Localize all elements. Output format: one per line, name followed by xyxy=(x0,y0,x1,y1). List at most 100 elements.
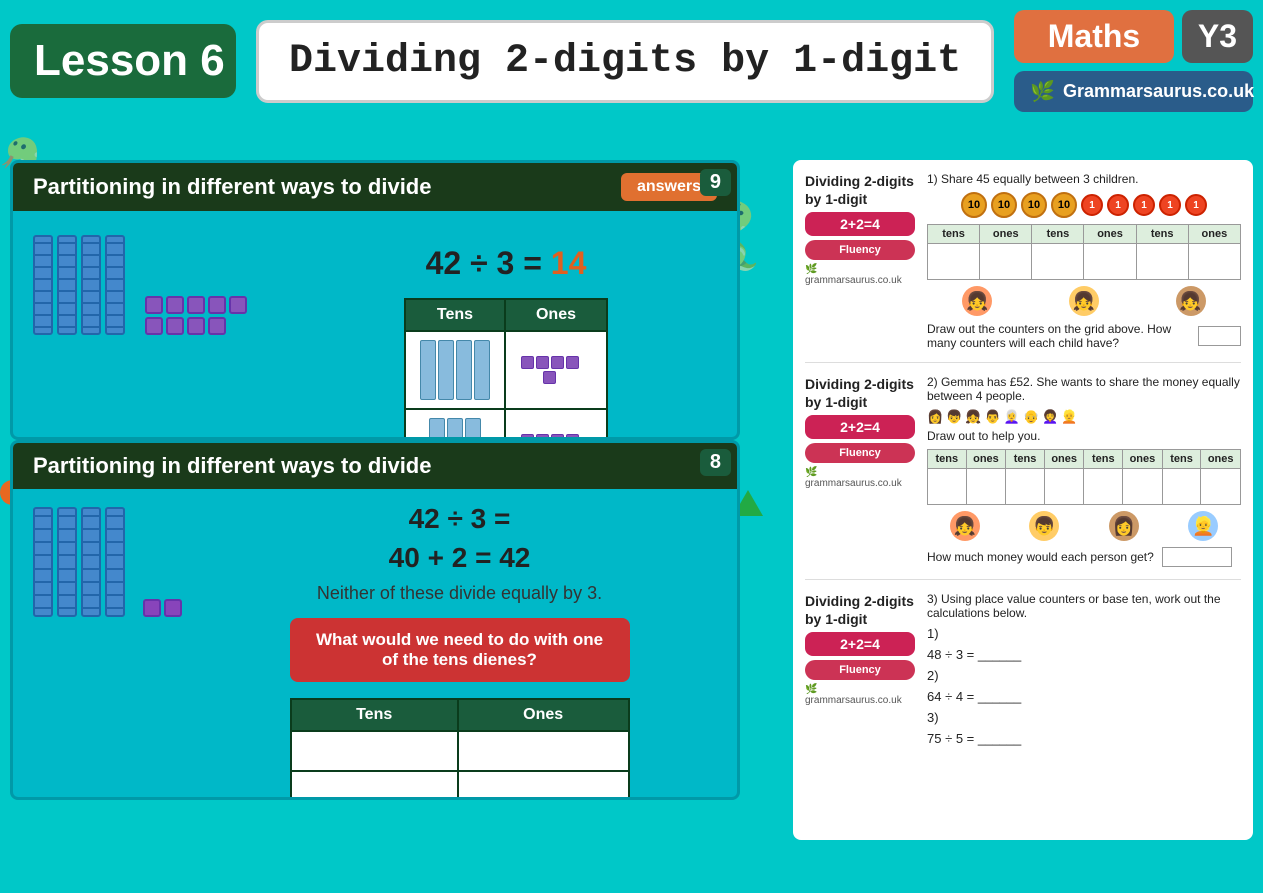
s8-tens-2 xyxy=(57,507,77,617)
ws-answer-box-2[interactable] xyxy=(1162,547,1232,567)
slide9-td-ones-row2 xyxy=(505,409,607,440)
ws-fluency-badge-3: Fluency xyxy=(805,660,915,680)
wsg1-r1c1 xyxy=(928,244,980,280)
tens-question-button[interactable]: What would we need to do with one of the… xyxy=(290,618,630,682)
main-content: 9 Partitioning in different ways to divi… xyxy=(0,160,1263,893)
slide-9-header: Partitioning in different ways to divide… xyxy=(13,163,737,211)
one-5 xyxy=(229,296,247,314)
person-4: 👨 xyxy=(985,409,1001,425)
slide8-table: Tens Ones xyxy=(290,698,630,800)
counter-ten-3: 10 xyxy=(1021,192,1047,218)
equation-text: 42 ÷ 3 = xyxy=(426,245,551,281)
s8-td-r2-ones xyxy=(458,771,629,800)
avatar-1-2: 👧 xyxy=(1069,286,1099,316)
counters-row-1: 10 10 10 10 1 1 1 1 1 xyxy=(927,192,1241,218)
tens-block-3 xyxy=(81,235,101,335)
ws-avatars-2: 👧 👦 👩 👱 xyxy=(927,509,1241,543)
s8-tens-1 xyxy=(33,507,53,617)
wsg1-r1c2 xyxy=(980,244,1032,280)
slide-9: 9 Partitioning in different ways to divi… xyxy=(10,160,740,440)
slides-area: 9 Partitioning in different ways to divi… xyxy=(10,160,777,893)
ws-grid-1: tens ones tens ones tens ones xyxy=(927,224,1241,280)
ws-answer-label-1: Draw out the counters on the grid above.… xyxy=(927,322,1190,350)
slide8-note: Neither of these divide equally by 3. xyxy=(317,583,602,604)
slide-8-content: 42 ÷ 3 = 40 + 2 = 42 Neither of these di… xyxy=(13,489,737,800)
fluency-label-1: Fluency xyxy=(839,244,881,256)
slide-8: 8 Partitioning in different ways to divi… xyxy=(10,440,740,800)
ws-calc-3: 75 ÷ 5 = ______ xyxy=(927,731,1241,746)
person-8: 👱 xyxy=(1061,409,1077,425)
counter-one-1: 1 xyxy=(1081,194,1103,216)
slide-9-header-text: Partitioning in different ways to divide xyxy=(33,174,605,200)
one-9 xyxy=(208,317,226,335)
one-8 xyxy=(187,317,205,335)
ws-grid-2: tens ones tens ones tens ones tens ones xyxy=(927,449,1241,505)
s8-one-2 xyxy=(164,599,182,617)
s8-td-r1-tens xyxy=(291,731,458,771)
slide9-th-ones: Ones xyxy=(505,299,607,331)
header-right: Maths Y3 🌿 Grammarsaurus.co.uk xyxy=(1014,10,1253,112)
equation-answer: 14 xyxy=(551,245,587,281)
year-label: Y3 xyxy=(1198,18,1237,54)
counter-ten-1: 10 xyxy=(961,192,987,218)
wsg1-h6: ones xyxy=(1188,225,1240,244)
slide-8-header: Partitioning in different ways to divide xyxy=(13,443,737,489)
one-7 xyxy=(166,317,184,335)
ws-answer-label-2: How much money would each person get? xyxy=(927,550,1154,564)
slide8-right: 42 ÷ 3 = 40 + 2 = 42 Neither of these di… xyxy=(202,499,717,800)
one-6 xyxy=(145,317,163,335)
grammarsaurus-label: Grammarsaurus.co.uk xyxy=(1063,81,1254,102)
worksheet: Dividing 2-digitsby 1-digit 2+2=4 Fluenc… xyxy=(793,160,1253,840)
wsg1-h5: tens xyxy=(1136,225,1188,244)
slide9-td-tens-row2 xyxy=(405,409,505,440)
slide9-th-tens: Tens xyxy=(405,299,505,331)
ws-answer-box-1[interactable] xyxy=(1198,326,1241,346)
s8-th-ones: Ones xyxy=(458,699,629,731)
avatar-2-1: 👧 xyxy=(950,511,980,541)
counter-one-4: 1 xyxy=(1159,194,1181,216)
avatar-2-2: 👦 xyxy=(1029,511,1059,541)
tens-block-1 xyxy=(33,235,53,335)
ws-draw-help: Draw out to help you. xyxy=(927,429,1241,443)
slide-9-number: 9 xyxy=(700,169,731,196)
wsg2-r1c5 xyxy=(1084,469,1123,505)
slide-9-content: 42 ÷ 3 = 14 Tens Ones xyxy=(13,211,737,440)
wsg2-h4: ones xyxy=(1044,450,1084,469)
tens-blocks-group xyxy=(33,235,125,335)
ws-calc-label-1: 1) xyxy=(927,626,1241,641)
counter-ten-2: 10 xyxy=(991,192,1017,218)
one-3 xyxy=(187,296,205,314)
slide9-right: 42 ÷ 3 = 14 Tens Ones xyxy=(295,227,717,440)
slide9-td-ones-row1 xyxy=(505,331,607,409)
wsg1-r1c4 xyxy=(1084,244,1136,280)
lesson-label: Lesson 6 xyxy=(34,36,225,85)
top-badges: Maths Y3 xyxy=(1014,10,1253,63)
slide8-dienes xyxy=(33,507,182,617)
ws-math-badge-2: 2+2=4 xyxy=(805,415,915,439)
maths-label: Maths xyxy=(1048,18,1140,54)
ws-people-row: 👩 👦 👧 👨 👩‍🦳 👴 👩‍🦱 👱 xyxy=(927,409,1241,425)
wsg2-r1c7 xyxy=(1162,469,1201,505)
ws-calc-1: 48 ÷ 3 = ______ xyxy=(927,647,1241,662)
wsg2-h7: tens xyxy=(1162,450,1201,469)
ws-fluency-badge-1: Fluency xyxy=(805,240,915,260)
eq-line2: 40 + 2 = 42 xyxy=(389,538,531,577)
wsg2-h8: ones xyxy=(1201,450,1241,469)
dienes-blocks-9 xyxy=(33,235,265,335)
one-4 xyxy=(208,296,226,314)
slide9-equation: 42 ÷ 3 = 14 xyxy=(426,245,587,282)
wsg2-h1: tens xyxy=(928,450,967,469)
ws-section1-left: Dividing 2-digitsby 1-digit 2+2=4 Fluenc… xyxy=(805,172,915,350)
eq-line1: 42 ÷ 3 = xyxy=(389,499,531,538)
ws-section-1: Dividing 2-digitsby 1-digit 2+2=4 Fluenc… xyxy=(805,172,1241,363)
ws-title-1: Dividing 2-digitsby 1-digit xyxy=(805,172,915,208)
person-2: 👦 xyxy=(946,409,962,425)
ws-avatars-1: 👧 👧 👧 xyxy=(927,284,1241,318)
wsg2-r1c8 xyxy=(1201,469,1241,505)
lesson-title: Dividing 2-digits by 1-digit xyxy=(289,39,961,84)
person-3: 👧 xyxy=(965,409,981,425)
wsg2-r1c4 xyxy=(1044,469,1084,505)
ws-section1-right: 1) Share 45 equally between 3 children. … xyxy=(927,172,1241,350)
avatar-1-3: 👧 xyxy=(1176,286,1206,316)
wsg1-h1: tens xyxy=(928,225,980,244)
